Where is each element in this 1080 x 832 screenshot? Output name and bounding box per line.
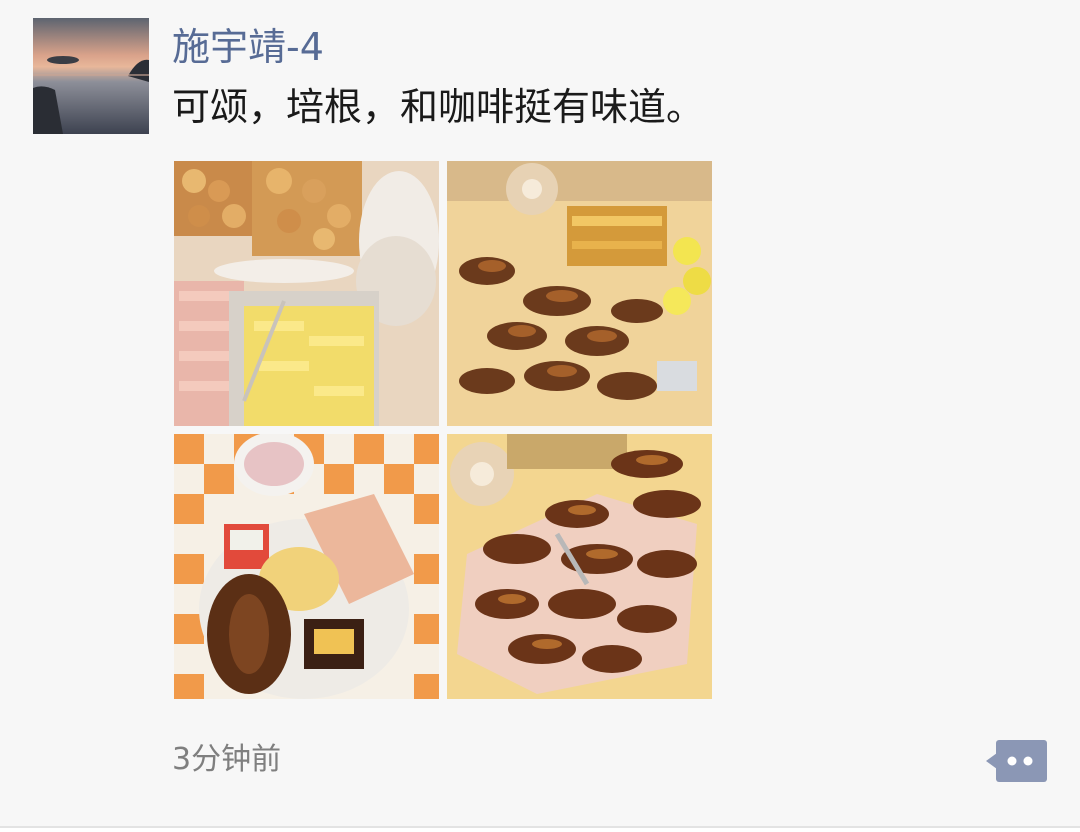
- photo-croissant-tray[interactable]: [447, 434, 712, 699]
- post-text: 可颂，培根，和咖啡挺有味道。: [172, 85, 705, 129]
- sunset-lake-avatar-image: [33, 18, 149, 134]
- post-timestamp: 3分钟前: [172, 742, 282, 777]
- bread-buffet-photo: [174, 161, 439, 426]
- croissant-platter-photo: [447, 161, 712, 426]
- croissant-tray-photo: [447, 434, 712, 699]
- photo-bread-buffet[interactable]: [174, 161, 439, 426]
- comment-more-button[interactable]: [986, 740, 1047, 782]
- photo-breakfast-plate[interactable]: [174, 434, 439, 699]
- breakfast-plate-photo: [174, 434, 439, 699]
- username-link[interactable]: 施宇靖-4: [172, 22, 324, 72]
- next-post-edge: [0, 828, 1080, 832]
- moments-post: 施宇靖-4 可颂，培根，和咖啡挺有味道。 3分钟前: [0, 0, 1080, 826]
- photo-croissant-platter[interactable]: [447, 161, 712, 426]
- photo-grid: [174, 161, 712, 699]
- comment-more-icon: [986, 740, 1047, 782]
- avatar[interactable]: [33, 18, 149, 134]
